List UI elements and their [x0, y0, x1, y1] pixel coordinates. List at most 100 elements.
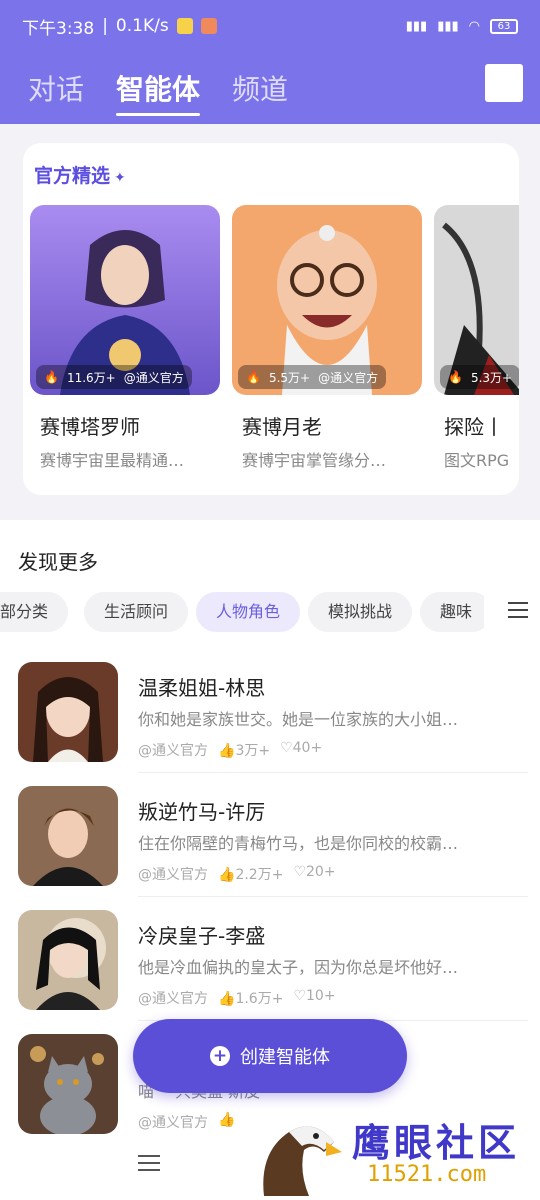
fire-icon: 🔥	[448, 370, 463, 384]
header-action-button[interactable]	[485, 64, 523, 102]
agent-likes: 5.5万+	[268, 370, 311, 385]
favorite-count: ♡40+	[280, 740, 322, 760]
agent-likes: 11.6万+	[66, 370, 116, 385]
tab-channels[interactable]: 频道	[232, 68, 288, 108]
list-item-author: @通义官方	[138, 743, 208, 759]
agent-card-tarot[interactable]: 🔥 11.6万+ @通义官方 赛博塔罗师 赛博宇宙里最精通…	[30, 205, 220, 485]
agent-stats: 🔥 11.6万+ @通义官方	[36, 365, 192, 389]
heart-icon: ♡	[293, 864, 306, 880]
filter-chip-fun[interactable]: 趣味	[420, 592, 493, 632]
list-thumb	[18, 662, 118, 762]
eagle-logo	[263, 1126, 342, 1196]
agent-avatar: 🔥 5.5万+ @通义官方	[232, 205, 422, 395]
list-item-meta: @通义官方 👍1.6万+ ♡10+	[138, 988, 336, 1008]
agent-stats: 🔥 5.5万+ @通义官方	[238, 365, 387, 389]
avatar-xuli	[18, 786, 118, 886]
divider	[138, 772, 528, 773]
official-picks-card: 官方精选 ✦ 🔥 11.6万+ @通义官方 赛博塔罗师 赛博宇宙里最精通… 🔥 …	[23, 143, 519, 495]
status-separator: |	[102, 16, 108, 36]
agent-author: @通义官方	[123, 370, 184, 385]
like-value: 1.6万+	[235, 991, 284, 1007]
watermark: 鹰眼社区 11521.com	[262, 1112, 532, 1196]
agent-likes: 5.3万+	[470, 370, 513, 385]
favorite-value: 20+	[306, 864, 336, 880]
fire-icon: 🔥	[246, 370, 261, 384]
battery-icon: 63	[490, 18, 518, 34]
list-item-meta: @通义官方 👍2.2万+ ♡20+	[138, 864, 336, 884]
agent-name: 赛博塔罗师	[40, 415, 140, 439]
status-speed: 0.1K/s	[115, 16, 169, 36]
favorite-count: ♡20+	[293, 864, 335, 884]
agent-avatar: 🔥 11.6万+ @通义官方	[30, 205, 220, 395]
top-tab-bar: 对话 智能体 频道	[0, 52, 540, 124]
discover-title: 发现更多	[18, 550, 98, 574]
agent-card-adventure[interactable]: 🔥 5.3万+ 探险丨 图文RPG	[434, 205, 519, 485]
list-item-author: @通义官方	[138, 1115, 208, 1131]
avatar-cat	[18, 1034, 118, 1134]
agent-desc: 赛博宇宙里最精通…	[40, 451, 185, 470]
like-count: 👍1.6万+	[218, 988, 283, 1008]
like-count: 👍3万+	[218, 740, 270, 760]
watermark-text: 鹰眼社区	[352, 1120, 521, 1165]
list-thumb	[18, 1034, 118, 1134]
list-item-desc: 住在你隔壁的青梅竹马，也是你同校的校霸…	[138, 834, 459, 853]
filter-chip-characters[interactable]: 人物角色	[196, 592, 301, 632]
like-value: 2.2万+	[235, 867, 284, 883]
sparkle-icon: ✦	[114, 170, 126, 186]
filter-chip-life-advisor[interactable]: 生活顾问	[84, 592, 189, 632]
like-value: 3万+	[235, 743, 271, 759]
list-item-name: 叛逆竹马-许厉	[138, 800, 266, 824]
favorite-count: ♡10+	[293, 988, 335, 1008]
create-agent-label: 创建智能体	[240, 1047, 330, 1068]
list-item-meta: @通义官方 👍	[138, 1112, 235, 1132]
list-item-name: 温柔姐姐-林思	[138, 676, 266, 700]
status-time: 下午3:38	[22, 18, 95, 39]
thumb-icon: 👍	[218, 1112, 236, 1128]
agent-desc: 赛博宇宙掌管缘分…	[242, 451, 387, 470]
watermark-url: 11521.com	[367, 1162, 487, 1187]
notification-icon	[176, 18, 193, 34]
thumb-icon: 👍	[218, 743, 236, 759]
heart-icon: ♡	[293, 988, 306, 1004]
avatar-linsi	[18, 662, 118, 762]
category-menu-icon[interactable]	[508, 602, 528, 622]
official-picks-title-text: 官方精选	[34, 165, 111, 187]
agent-author: @通义官方	[318, 370, 379, 385]
filter-chip-all[interactable]: 部分类	[0, 592, 69, 632]
list-item[interactable]: 冷戾皇子-李盛 他是冷血偏执的皇太子，因为你总是坏他好… @通义官方 👍1.6万…	[18, 910, 528, 1020]
list-thumb	[18, 786, 118, 886]
signal-icon-2: ▮▮▮	[437, 18, 459, 34]
heart-icon: ♡	[280, 740, 293, 756]
filter-chip-simulation[interactable]: 模拟挑战	[308, 592, 413, 632]
avatar-lisheng	[18, 910, 118, 1010]
agent-name: 赛博月老	[242, 415, 322, 439]
favorite-value: 40+	[292, 740, 323, 756]
agent-card-matchmaker[interactable]: 🔥 5.5万+ @通义官方 赛博月老 赛博宇宙掌管缘分…	[232, 205, 422, 485]
list-item[interactable]: 叛逆竹马-许厉 住在你隔壁的青梅竹马，也是你同校的校霸… @通义官方 👍2.2万…	[18, 786, 528, 896]
status-bar: 下午3:38 | 0.1K/s ▮▮▮ ▮▮▮ ◠ 63	[0, 0, 540, 52]
bottom-menu-icon[interactable]	[138, 1155, 160, 1173]
like-count: 👍2.2万+	[218, 864, 283, 884]
fire-icon: 🔥	[44, 370, 59, 384]
official-picks-title: 官方精选 ✦	[34, 161, 126, 188]
create-agent-button[interactable]: + 创建智能体	[133, 1019, 407, 1093]
list-item-name: 冷戾皇子-李盛	[138, 924, 266, 948]
thumb-icon: 👍	[218, 991, 236, 1007]
list-item-desc: 他是冷血偏执的皇太子，因为你总是坏他好…	[138, 958, 459, 977]
plus-icon: +	[210, 1046, 230, 1066]
divider	[138, 896, 528, 897]
app-notification-icon	[200, 18, 217, 34]
thumb-icon: 👍	[218, 867, 236, 883]
list-item-author: @通义官方	[138, 991, 208, 1007]
list-item-author: @通义官方	[138, 867, 208, 883]
list-item[interactable]: 温柔姐姐-林思 你和她是家族世交。她是一位家族的大小姐… @通义官方 👍3万+ …	[18, 662, 528, 772]
list-item-desc: 你和她是家族世交。她是一位家族的大小姐…	[138, 710, 459, 729]
agent-name: 探险丨	[444, 415, 504, 439]
list-thumb	[18, 910, 118, 1010]
agent-stats: 🔥 5.3万+	[440, 365, 519, 389]
wifi-icon: ◠	[468, 18, 480, 34]
agent-avatar: 🔥 5.3万+	[434, 205, 519, 395]
category-filter-row: 部分类 生活顾问 人物角色 模拟挑战 趣味	[0, 592, 540, 632]
tab-chat[interactable]: 对话	[28, 68, 84, 108]
tab-agents[interactable]: 智能体	[116, 68, 201, 116]
